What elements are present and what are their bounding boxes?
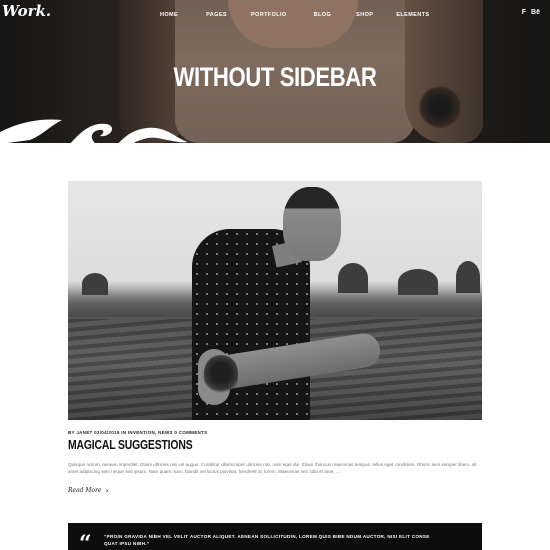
nav-item-portfolio[interactable]: Portfolio xyxy=(251,12,287,18)
nav-item-home[interactable]: Home xyxy=(160,12,178,18)
photo-heart-tattoo xyxy=(204,355,238,395)
photo-tree xyxy=(398,269,438,295)
chevron-right-icon: › xyxy=(105,486,109,495)
nav-item-elements[interactable]: Elements xyxy=(396,12,429,18)
photo-person-head xyxy=(283,187,341,261)
quote-text: “Proin gravida nibh vel velit auctor ali… xyxy=(104,534,430,546)
foursquare-icon[interactable]: F xyxy=(522,9,526,16)
quote-icon: “ xyxy=(79,531,92,550)
nav-item-blog[interactable]: Blog xyxy=(314,12,332,18)
decorative-swirl xyxy=(0,119,188,143)
photo-tree xyxy=(82,273,108,295)
brand-logo[interactable]: Work. xyxy=(2,2,51,20)
read-more-link[interactable]: Read More › xyxy=(68,486,108,495)
photo-tree xyxy=(456,261,480,293)
read-more-label: Read More xyxy=(68,487,102,494)
quote-post[interactable]: “ “Proin gravida nibh vel velit auctor a… xyxy=(68,523,482,550)
post-excerpt: Quisque rutrum, aenean imperdiet. Etiam … xyxy=(68,462,477,474)
main-nav: Home Pages Portfolio Blog Shop Elements xyxy=(160,12,430,18)
page-title: WITHOUT SIDEBAR xyxy=(173,62,377,92)
hero-banner: Work. Home Pages Portfolio Blog Shop Ele… xyxy=(0,0,550,143)
behance-icon[interactable]: Bē xyxy=(531,9,540,16)
post-featured-image[interactable] xyxy=(68,181,482,420)
nav-item-shop[interactable]: Shop xyxy=(356,12,373,18)
post-meta[interactable]: By Janet 03/04/2019 in Invention, News 0… xyxy=(68,430,207,435)
nav-item-pages[interactable]: Pages xyxy=(206,12,227,18)
social-links: F Bē xyxy=(522,9,540,16)
photo-tree xyxy=(338,263,368,293)
post-title[interactable]: MAGICAL SUGGESTIONS xyxy=(68,437,193,452)
